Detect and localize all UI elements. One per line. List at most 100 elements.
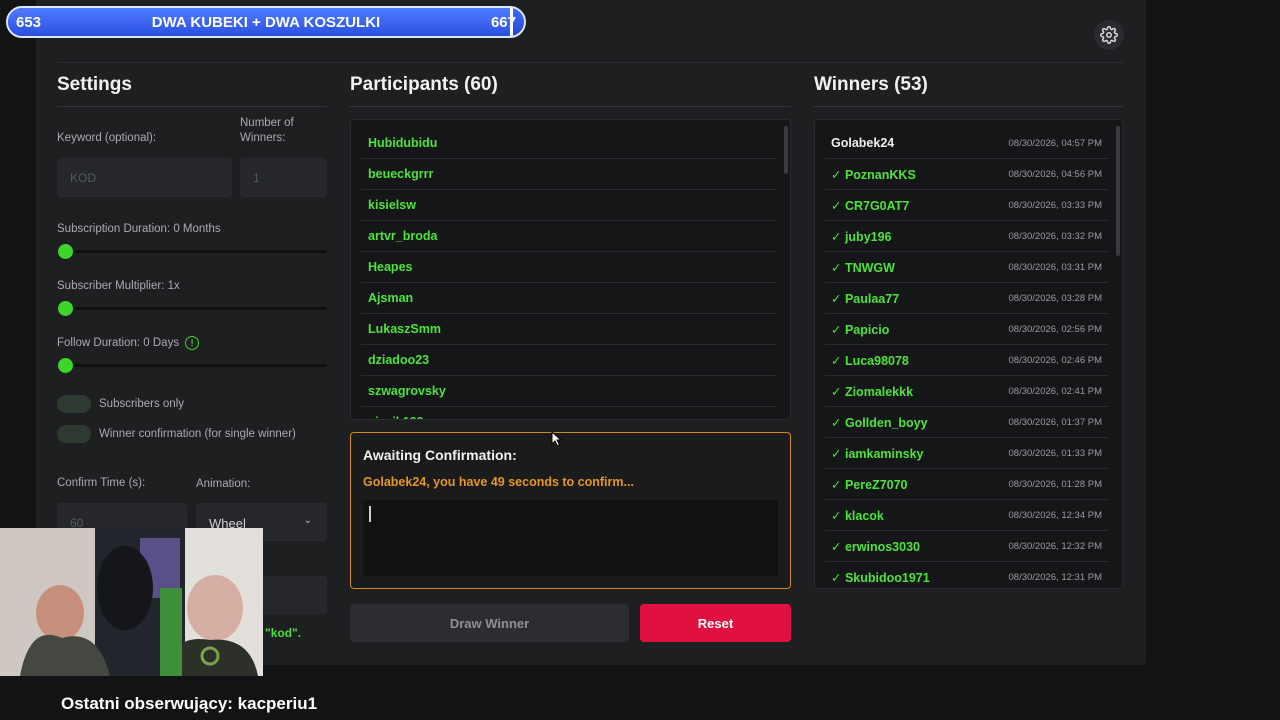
winner-row[interactable]: ✓ Ziomalekkk 08/30/2026, 02:41 PM (825, 376, 1108, 407)
winner-name: ✓ TNWGW (831, 261, 895, 275)
participant-row[interactable]: kisielsw (361, 190, 776, 221)
draw-winner-button[interactable]: Draw Winner (350, 604, 629, 642)
participant-row[interactable]: dziadoo23 (361, 345, 776, 376)
subscription-duration-label: Subscription Duration: 0 Months (57, 223, 221, 235)
winner-row[interactable]: ✓ Luca98078 08/30/2026, 02:46 PM (825, 345, 1108, 376)
winner-name: Golabek24 (831, 136, 895, 150)
winner-row[interactable]: ✓ Papicio 08/30/2026, 02:56 PM (825, 314, 1108, 345)
winner-row[interactable]: ✓ juby196 08/30/2026, 03:32 PM (825, 221, 1108, 252)
winner-timestamp: 08/30/2026, 02:46 PM (1008, 355, 1103, 366)
winners-count-input[interactable]: 1 (240, 158, 327, 197)
winner-name: ✓ CR7G0AT7 (831, 199, 910, 213)
slider-knob[interactable] (58, 301, 73, 316)
participant-name: szwagrovsky (368, 384, 446, 398)
winner-timestamp: 08/30/2026, 04:56 PM (1008, 169, 1103, 180)
participant-row[interactable]: beueckgrrr (361, 159, 776, 190)
winner-timestamp: 08/30/2026, 02:41 PM (1008, 386, 1103, 397)
winner-row[interactable]: ✓ CR7G0AT7 08/30/2026, 03:33 PM (825, 190, 1108, 221)
last-follower-text: Ostatni obserwujący: kacperiu1 (61, 694, 318, 713)
winner-name: ✓ Papicio (831, 323, 890, 337)
subscriber-multiplier-label: Subscriber Multiplier: 1x (57, 280, 180, 292)
winners-scrollbar[interactable] (1116, 126, 1120, 256)
winner-row[interactable]: ✓ PereZ7070 08/30/2026, 01:28 PM (825, 469, 1108, 500)
subscription-duration-slider[interactable] (57, 244, 327, 259)
participant-row[interactable]: Hubidubidu (361, 128, 776, 159)
participant-name: Hubidubidu (368, 136, 438, 150)
keyword-hint-fragment: "kod". (265, 626, 302, 640)
participant-name: Heapes (368, 260, 413, 274)
winner-row[interactable]: ✓ TNWGW 08/30/2026, 03:31 PM (825, 252, 1108, 283)
subscribers-only-toggle[interactable] (57, 395, 91, 413)
winner-row[interactable]: ✓ iamkaminsky 08/30/2026, 01:33 PM (825, 438, 1108, 469)
settings-title: Settings (57, 74, 132, 95)
mouse-cursor-icon (551, 431, 562, 447)
settings-divider (57, 106, 327, 107)
participant-row[interactable]: szwagrovsky (361, 376, 776, 407)
winners-count-label-2: Winners: (240, 132, 286, 144)
winner-timestamp: 08/30/2026, 03:28 PM (1008, 293, 1103, 304)
participant-row[interactable]: LukaszSmm (361, 314, 776, 345)
header-divider (58, 62, 1124, 63)
text-caret (369, 506, 371, 522)
gear-icon[interactable] (1094, 20, 1124, 50)
winner-confirmation-row: Winner confirmation (for single winner) (57, 425, 296, 443)
winner-name: ✓ Luca98078 (831, 354, 909, 368)
winners-divider (814, 106, 1123, 107)
participant-row[interactable]: Ajsman (361, 283, 776, 314)
winner-name: ✓ klacok (831, 509, 884, 523)
winner-timestamp: 08/30/2026, 12:32 PM (1008, 541, 1103, 552)
winner-timestamp: 08/30/2026, 01:33 PM (1008, 448, 1103, 459)
winner-row[interactable]: ✓ erwinos3030 08/30/2026, 12:32 PM (825, 531, 1108, 562)
winner-row[interactable]: ✓ PoznanKKS 08/30/2026, 04:56 PM (825, 159, 1108, 190)
winner-timestamp: 08/30/2026, 03:31 PM (1008, 262, 1103, 273)
winner-row[interactable]: ✓ Skubidoo1971 08/30/2026, 12:31 PM (825, 562, 1108, 588)
winner-timestamp: 08/30/2026, 02:56 PM (1008, 324, 1103, 335)
webcam-image (0, 528, 263, 676)
goal-target-value: 667 (490, 14, 516, 31)
participant-name: dziadoo23 (368, 353, 430, 367)
keyword-input[interactable]: KOD (57, 158, 232, 197)
participants-list[interactable]: Hubidubidu beueckgrrr kisielsw artvr_broda H… (350, 119, 791, 420)
participant-name: LukaszSmm (368, 322, 441, 336)
winner-timestamp: 08/30/2026, 01:37 PM (1008, 417, 1103, 428)
winner-name: ✓ Paulaa77 (831, 292, 900, 306)
follow-duration-slider[interactable] (57, 358, 327, 373)
subscribers-only-row: Subscribers only (57, 395, 184, 413)
reset-button[interactable]: Reset (640, 604, 791, 642)
webcam-overlay (0, 528, 263, 676)
slider-track (57, 364, 327, 367)
winner-row[interactable]: ✓ Gollden_boyy 08/30/2026, 01:37 PM (825, 407, 1108, 438)
participant-row[interactable]: ciasik199 (361, 407, 776, 419)
winners-list[interactable]: Golabek24 08/30/2026, 04:57 PM ✓ PoznanKKS… (814, 119, 1123, 589)
winner-timestamp: 08/30/2026, 01:28 PM (1008, 479, 1103, 490)
participant-row[interactable]: artvr_broda (361, 221, 776, 252)
confirmation-chat-box[interactable] (363, 500, 778, 576)
winner-confirmation-toggle[interactable] (57, 425, 91, 443)
slider-knob[interactable] (58, 358, 73, 373)
slider-track (57, 250, 327, 253)
subscriber-multiplier-slider[interactable] (57, 301, 327, 316)
keyword-label: Keyword (optional): (57, 132, 157, 144)
participant-name: kisielsw (368, 198, 416, 212)
participant-name: Ajsman (368, 291, 414, 305)
goal-title: DWA KUBEKI + DWA KOSZULKI (151, 14, 381, 31)
winner-name: ✓ PoznanKKS (831, 168, 916, 182)
confirm-time-label: Confirm Time (s): (57, 477, 146, 489)
participant-name: ciasik199 (368, 415, 424, 419)
slider-track (57, 307, 327, 310)
participant-row[interactable]: Heapes (361, 252, 776, 283)
winner-timestamp: 08/30/2026, 03:32 PM (1008, 231, 1103, 242)
participants-scrollbar[interactable] (784, 126, 788, 174)
slider-knob[interactable] (58, 244, 73, 259)
awaiting-message: Golabek24, you have 49 seconds to confir… (363, 475, 634, 489)
winner-name: ✓ erwinos3030 (831, 540, 920, 554)
winner-row[interactable]: ✓ klacok 08/30/2026, 12:34 PM (825, 500, 1108, 531)
winner-confirmation-label: Winner confirmation (for single winner) (99, 428, 296, 440)
winner-row[interactable]: Golabek24 08/30/2026, 04:57 PM (825, 128, 1108, 159)
follow-duration-label: Follow Duration: 0 Days (57, 337, 180, 350)
participant-name: artvr_broda (368, 229, 438, 243)
winner-timestamp: 08/30/2026, 12:31 PM (1008, 572, 1103, 583)
winner-row[interactable]: ✓ Paulaa77 08/30/2026, 03:28 PM (825, 283, 1108, 314)
participant-name: beueckgrrr (368, 167, 434, 181)
info-icon[interactable]: ! (185, 336, 200, 350)
